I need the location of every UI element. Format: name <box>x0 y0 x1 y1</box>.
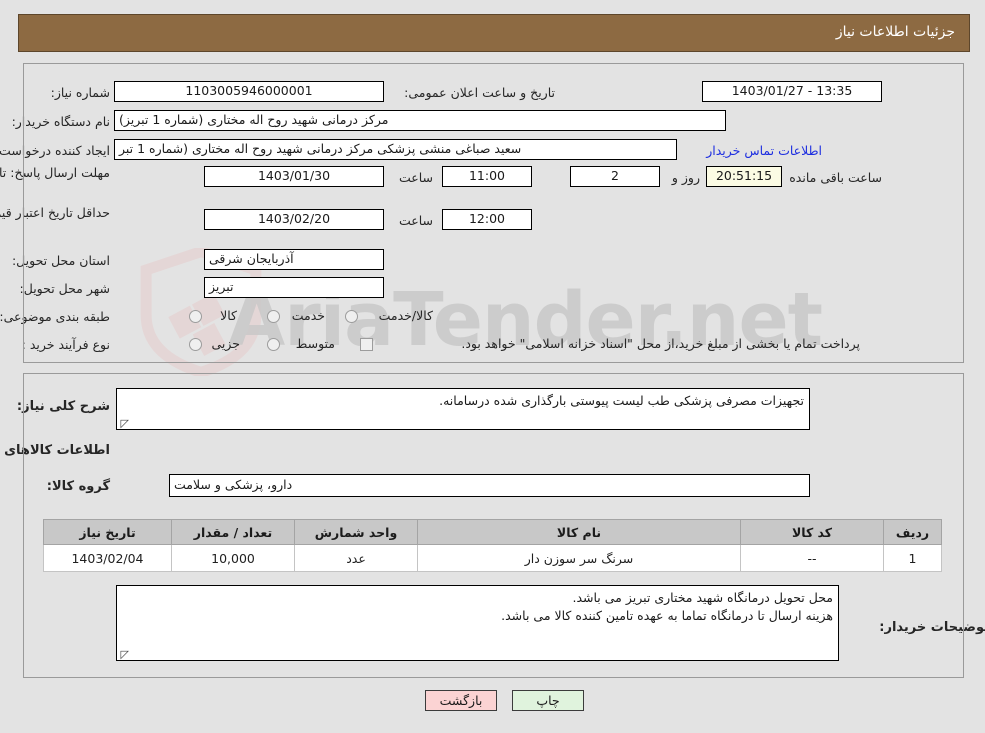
page-title: جزئیات اطلاعات نیاز <box>835 24 955 40</box>
cell-quantity: 10,000 <box>171 544 295 572</box>
col-unit: واحد شمارش <box>294 519 418 545</box>
cell-need-date: 1403/02/04 <box>43 544 172 572</box>
col-name: نام کالا <box>417 519 741 545</box>
cell-code: -- <box>740 544 884 572</box>
description-textarea[interactable]: تجهیزات مصرفی پزشکی طب لیست پیوستی بارگذ… <box>116 388 810 430</box>
print-button[interactable]: چاپ <box>512 690 584 711</box>
buyer-notes-line2: هزینه ارسال تا درمانگاه تماما به عهده تا… <box>501 608 833 623</box>
page-root: AriaTender.net جزئیات اطلاعات نیاز شماره… <box>0 0 985 733</box>
col-code: کد کالا <box>740 519 884 545</box>
resize-grip-icon[interactable]: ◸ <box>119 418 129 429</box>
back-button[interactable]: بازگشت <box>425 690 497 711</box>
resize-grip-icon[interactable]: ◸ <box>119 649 129 660</box>
cell-name: سرنگ سر سوزن دار <box>417 544 741 572</box>
goods-table: ردیف کد کالا نام کالا واحد شمارش تعداد /… <box>43 519 942 572</box>
buyer-notes-textarea[interactable]: محل تحویل درمانگاه شهید مختاری تبریز می … <box>116 585 839 661</box>
col-need-date: تاریخ نیاز <box>43 519 172 545</box>
cell-unit: عدد <box>294 544 418 572</box>
need-info-panel <box>23 63 964 363</box>
buyer-notes-line1: محل تحویل درمانگاه شهید مختاری تبریز می … <box>572 590 833 605</box>
cell-row-no: 1 <box>883 544 942 572</box>
page-header-bar: جزئیات اطلاعات نیاز <box>18 14 970 52</box>
table-header-row: ردیف کد کالا نام کالا واحد شمارش تعداد /… <box>43 519 942 545</box>
col-row-no: ردیف <box>883 519 942 545</box>
description-value: تجهیزات مصرفی پزشکی طب لیست پیوستی بارگذ… <box>439 393 804 408</box>
table-row: 1 -- سرنگ سر سوزن دار عدد 10,000 1403/02… <box>43 544 942 572</box>
col-quantity: تعداد / مقدار <box>171 519 295 545</box>
